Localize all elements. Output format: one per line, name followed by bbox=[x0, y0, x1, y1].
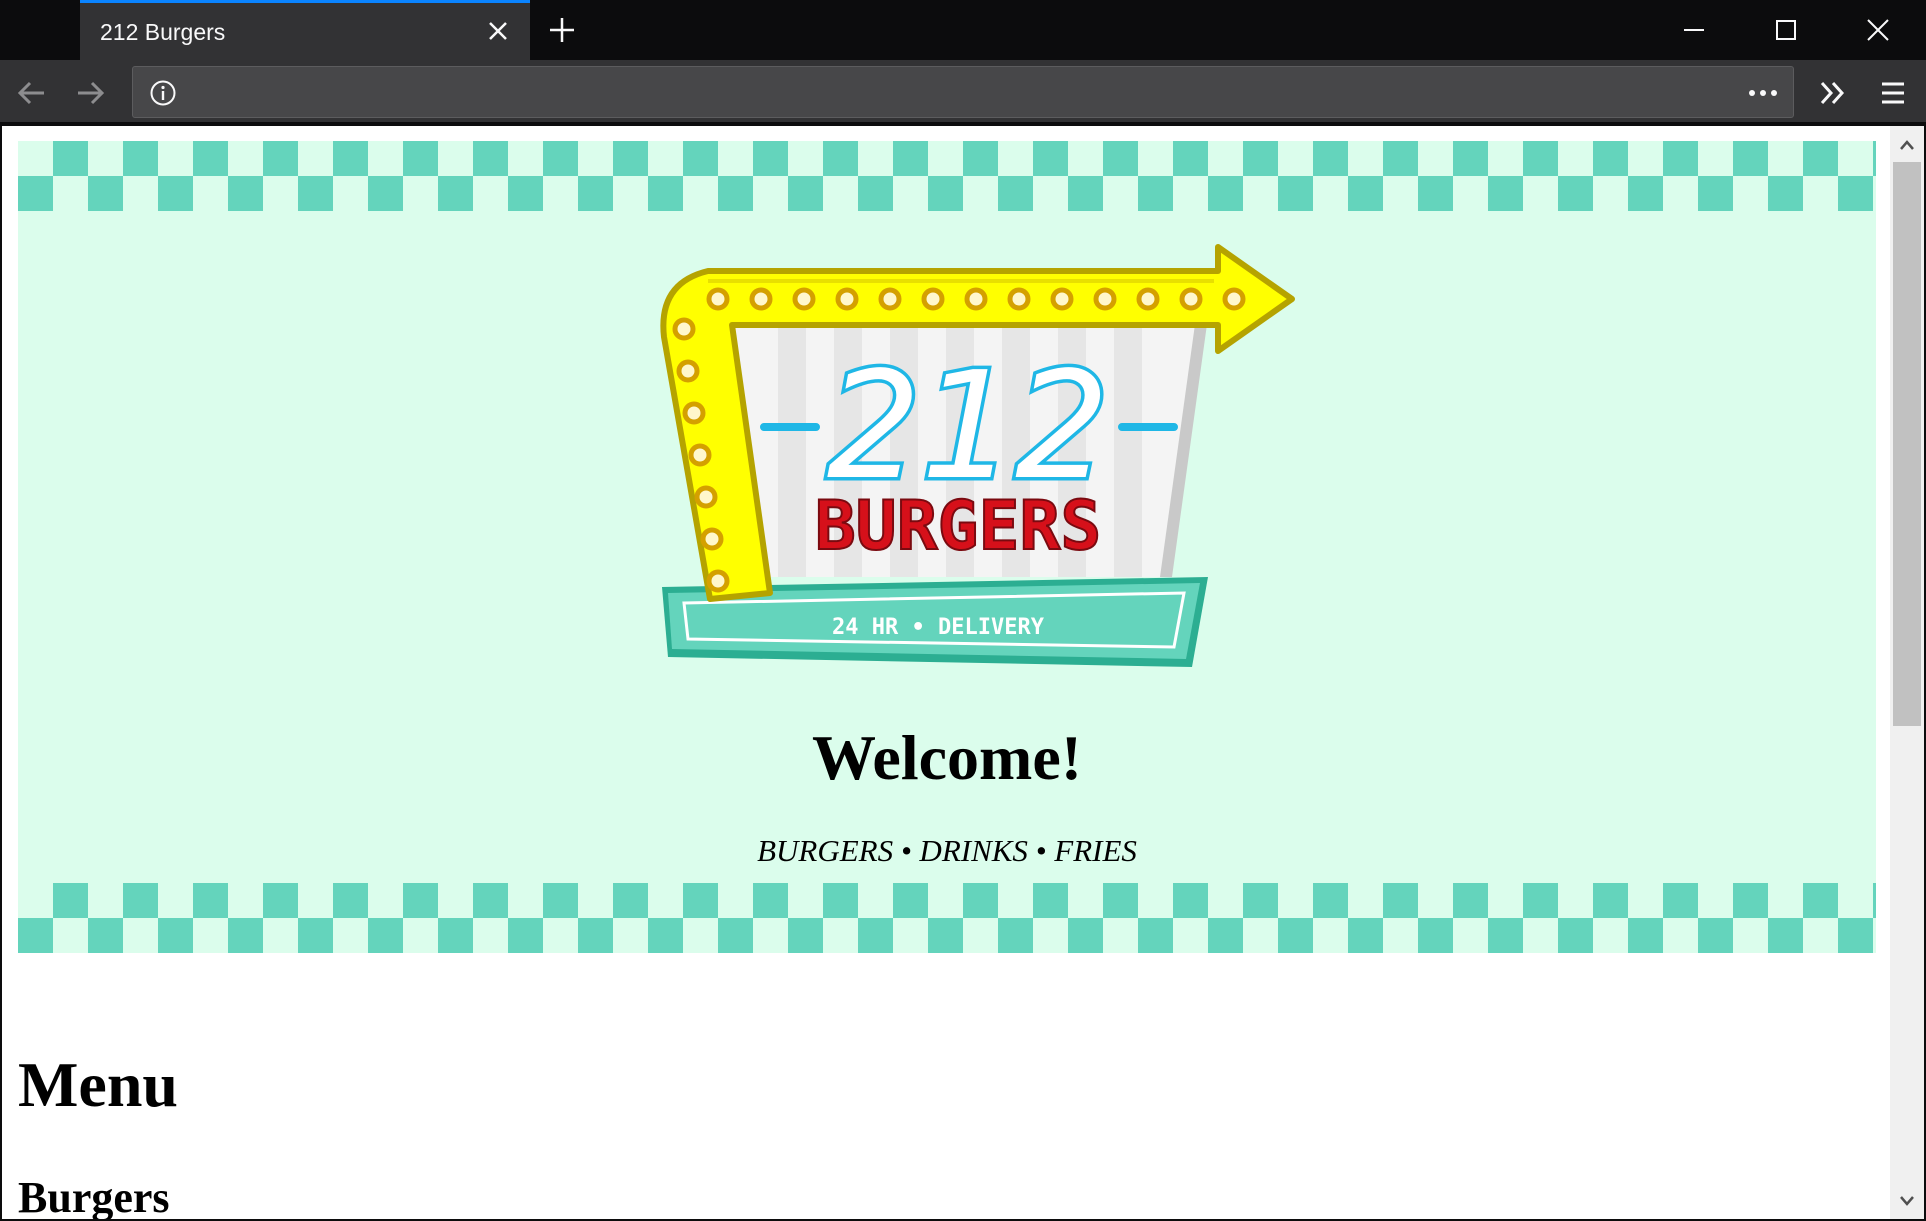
tab-title: 212 Burgers bbox=[100, 19, 226, 45]
minimize-icon[interactable] bbox=[1678, 14, 1710, 46]
tab-bar: 212 Burgers bbox=[0, 0, 1926, 60]
close-icon[interactable] bbox=[484, 17, 512, 45]
navigation-toolbar bbox=[0, 60, 1926, 124]
vertical-scrollbar[interactable] bbox=[1890, 126, 1924, 1219]
forward-arrow-icon[interactable] bbox=[74, 76, 108, 110]
address-bar[interactable] bbox=[132, 66, 1794, 118]
burgers-section-heading: Burgers bbox=[18, 1173, 170, 1219]
checkered-border-bottom bbox=[18, 883, 1876, 953]
checkered-border-top bbox=[18, 141, 1876, 211]
more-actions-icon[interactable] bbox=[1745, 79, 1781, 107]
new-tab-icon[interactable] bbox=[546, 14, 578, 46]
scroll-down-arrow-icon[interactable] bbox=[1890, 1186, 1924, 1216]
212-burgers-logo: 24 HR • DELIVERY 212 BURGERS bbox=[660, 244, 1295, 667]
logo-name-text: BURGERS bbox=[815, 487, 1102, 566]
window-close-icon[interactable] bbox=[1862, 14, 1894, 46]
back-arrow-icon[interactable] bbox=[14, 76, 48, 110]
hamburger-menu-icon[interactable] bbox=[1876, 76, 1910, 110]
overflow-chevron-icon[interactable] bbox=[1816, 76, 1850, 110]
logo-banner-text: 24 HR • DELIVERY bbox=[832, 615, 1045, 640]
scrollbar-thumb[interactable] bbox=[1893, 162, 1921, 726]
hero-section: 24 HR • DELIVERY 212 BURGERS Welcome! BU… bbox=[18, 141, 1876, 953]
welcome-heading: Welcome! bbox=[811, 722, 1083, 793]
scroll-up-arrow-icon[interactable] bbox=[1890, 130, 1924, 160]
tagline: BURGERS • DRINKS • FRIES bbox=[757, 833, 1137, 868]
info-icon[interactable] bbox=[149, 79, 177, 107]
maximize-icon[interactable] bbox=[1770, 14, 1802, 46]
tab-212-burgers[interactable]: 212 Burgers bbox=[80, 0, 530, 60]
menu-heading: Menu bbox=[18, 1049, 178, 1120]
page-viewport: 24 HR • DELIVERY 212 BURGERS Welcome! BU… bbox=[2, 126, 1924, 1219]
